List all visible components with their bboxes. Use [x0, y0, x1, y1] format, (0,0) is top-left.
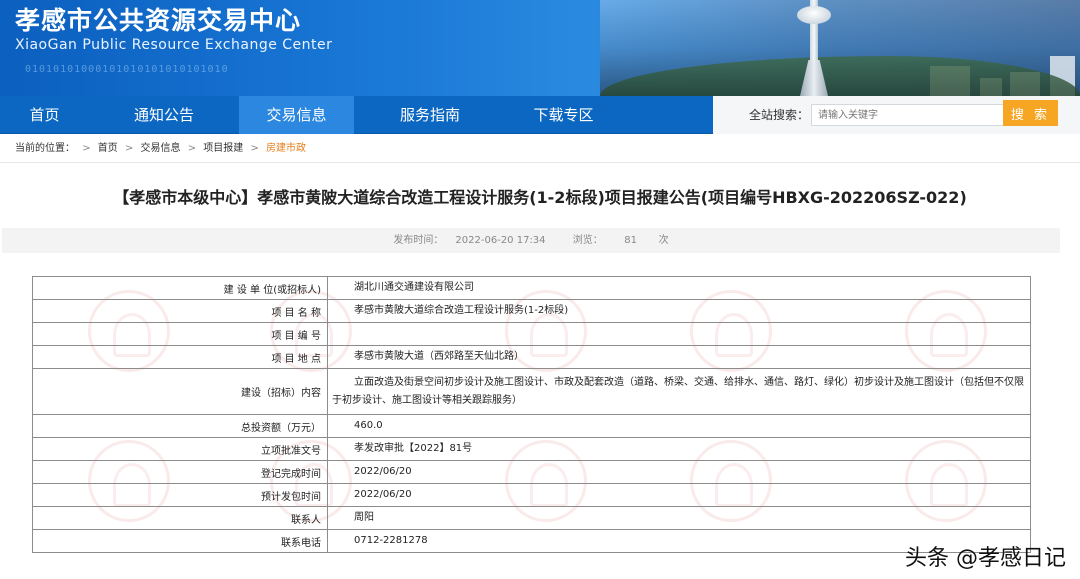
table-row: 登记完成时间 2022/06/20	[32, 460, 1031, 484]
row-value: 孝发改审批【2022】81号	[327, 437, 1031, 461]
nav-item-downloads[interactable]: 下载专区	[506, 96, 621, 134]
breadcrumb-home[interactable]: 首页	[98, 143, 118, 154]
site-subtitle: XiaoGan Public Resource Exchange Center	[15, 37, 333, 53]
row-label: 立项批准文号	[32, 437, 328, 461]
row-value: 2022/06/20	[327, 460, 1031, 484]
row-value: 460.0	[327, 414, 1031, 438]
table-row: 建设（招标）内容 立面改造及街景空间初步设计及施工图设计、市政及配套改造（道路、…	[32, 368, 1031, 415]
row-label: 登记完成时间	[32, 460, 328, 484]
search-label: 全站搜索：	[749, 108, 810, 122]
table-row: 联系电话 0712-2281278	[32, 529, 1031, 553]
row-value: 孝感市黄陂大道综合改造工程设计服务(1-2标段)	[327, 299, 1031, 323]
row-value: 周阳	[327, 506, 1031, 530]
site-title: 孝感市公共资源交易中心	[15, 6, 302, 35]
row-label: 联系电话	[32, 529, 328, 553]
divider	[0, 162, 1080, 163]
row-label: 预计发包时间	[32, 483, 328, 507]
publish-label: 发布时间：	[393, 235, 444, 246]
nav-item-notices[interactable]: 通知公告	[89, 96, 239, 134]
table-row: 建 设 单 位(或招标人) 湖北川通交通建设有限公司	[32, 276, 1031, 300]
breadcrumb-trading[interactable]: 交易信息	[141, 143, 181, 154]
project-info-table: 建 设 单 位(或招标人) 湖北川通交通建设有限公司 项 目 名 称 孝感市黄陂…	[32, 276, 1031, 558]
nav-item-home[interactable]: 首页	[0, 96, 89, 134]
table-row: 总投资额（万元） 460.0	[32, 414, 1031, 438]
banner-city-image	[600, 0, 1080, 96]
table-row: 项 目 编 号	[32, 322, 1031, 346]
row-label: 总投资额（万元）	[32, 414, 328, 438]
views-unit: 次	[658, 235, 669, 246]
publish-time: 2022-06-20 17:34	[455, 235, 546, 246]
table-row: 项 目 名 称 孝感市黄陂大道综合改造工程设计服务(1-2标段)	[32, 299, 1031, 323]
table-row: 预计发包时间 2022/06/20	[32, 483, 1031, 507]
breadcrumb: 当前的位置： > 首页 > 交易信息 > 项目报建 > 房建市政	[15, 143, 307, 154]
row-label: 项 目 名 称	[32, 299, 328, 323]
views-label: 浏览：	[572, 235, 603, 246]
nav-item-trading[interactable]: 交易信息	[239, 96, 354, 134]
breadcrumb-prefix: 当前的位置：	[15, 143, 75, 154]
table-row: 立项批准文号 孝发改审批【2022】81号	[32, 437, 1031, 461]
table-row: 联系人 周阳	[32, 506, 1031, 530]
row-value: 湖北川通交通建设有限公司	[327, 276, 1031, 300]
row-value	[327, 322, 1031, 346]
row-value: 2022/06/20	[327, 483, 1031, 507]
page-title: 【孝感市本级中心】孝感市黄陂大道综合改造工程设计服务(1-2标段)项目报建公告(…	[113, 188, 967, 207]
row-value: 孝感市黄陂大道（西郊路至天仙北路）	[327, 345, 1031, 369]
search-input[interactable]	[811, 104, 1006, 126]
main-nav: 首页 通知公告 交易信息 服务指南 下载专区 全站搜索： 搜 索	[0, 96, 1080, 134]
breadcrumb-project[interactable]: 项目报建	[203, 143, 243, 154]
search-button[interactable]: 搜 索	[1003, 100, 1058, 126]
row-value: 立面改造及街景空间初步设计及施工图设计、市政及配套改造（道路、桥梁、交通、给排水…	[327, 368, 1031, 415]
table-row: 项 目 地 点 孝感市黄陂大道（西郊路至天仙北路）	[32, 345, 1031, 369]
views-count: 81	[624, 235, 638, 246]
row-label: 项 目 编 号	[32, 322, 328, 346]
row-label: 建设（招标）内容	[32, 368, 328, 415]
row-label: 项 目 地 点	[32, 345, 328, 369]
nav-item-guide[interactable]: 服务指南	[354, 96, 506, 134]
search-bar: 全站搜索： 搜 索	[713, 96, 1080, 134]
row-label: 建 设 单 位(或招标人)	[32, 276, 328, 300]
breadcrumb-current[interactable]: 房建市政	[266, 143, 306, 154]
article-meta: 发布时间： 2022-06-20 17:34 浏览： 81 次	[2, 228, 1060, 253]
row-label: 联系人	[32, 506, 328, 530]
banner-binary-decoration: 01010101000101010101010101010	[25, 64, 229, 75]
source-watermark: 头条 @孝感日记	[905, 546, 1066, 571]
header-banner: 孝感市公共资源交易中心 XiaoGan Public Resource Exch…	[0, 0, 1080, 96]
